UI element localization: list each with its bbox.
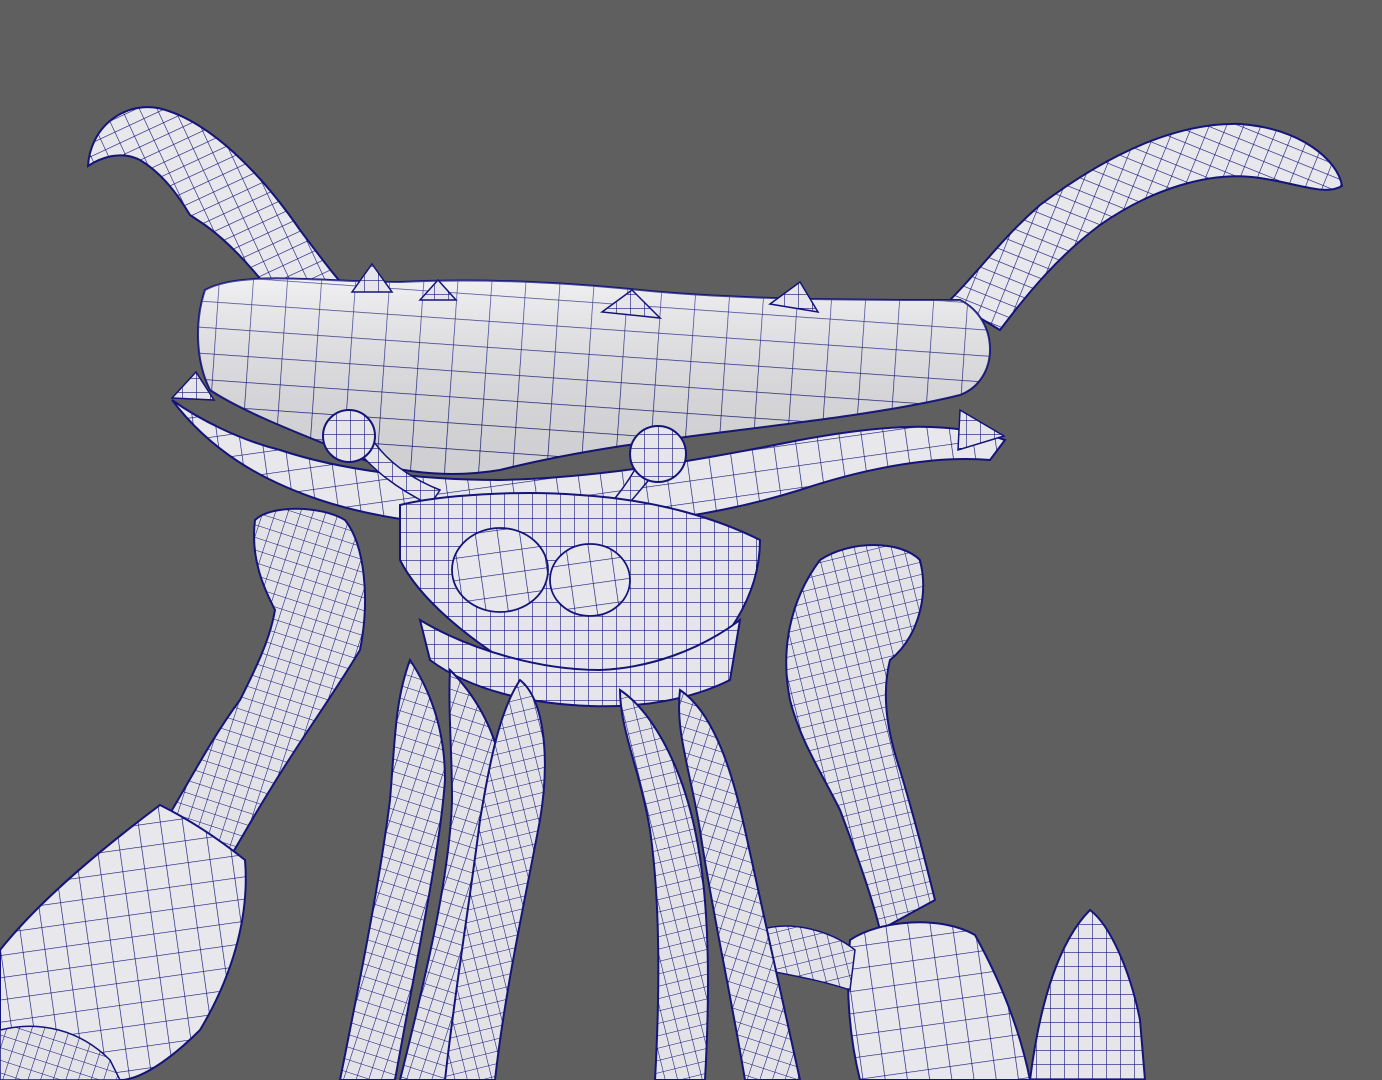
3d-viewport[interactable] [0,0,1382,1080]
wireframe-scene [0,0,1382,1080]
